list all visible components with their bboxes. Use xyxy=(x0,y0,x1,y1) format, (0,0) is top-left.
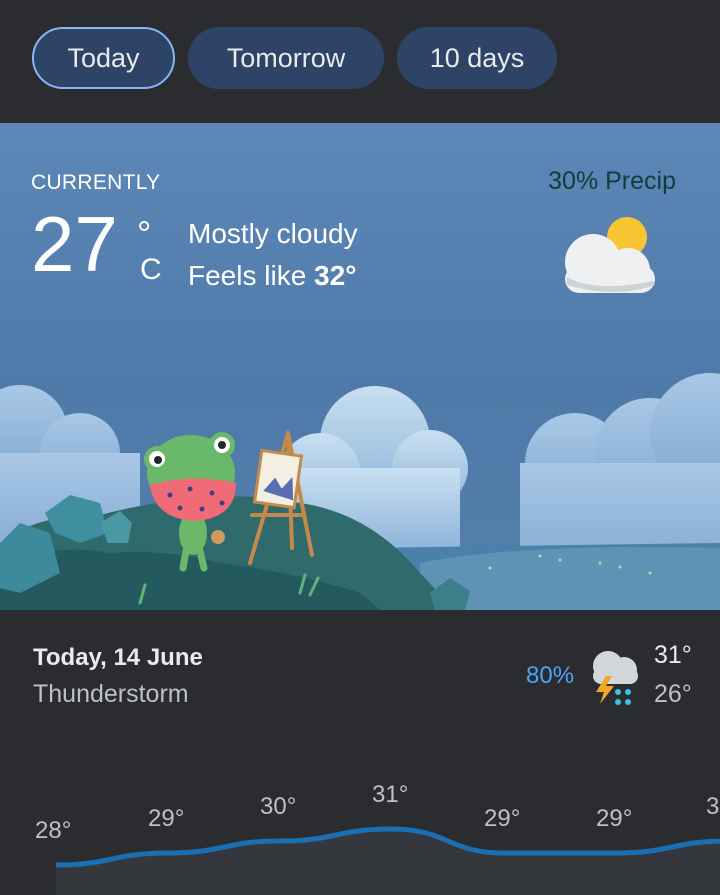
degree-symbol: ° xyxy=(137,213,152,254)
tab-tomorrow[interactable]: Tomorrow xyxy=(188,27,384,89)
hourly-temp-label: 28° xyxy=(35,817,72,844)
today-summary[interactable]: Today, 14 June Thunderstorm 80% 31° 26° … xyxy=(0,610,720,895)
partly-cloudy-icon xyxy=(565,217,655,293)
hourly-temp-label: 29° xyxy=(484,805,521,832)
currently-heading: CURRENTLY xyxy=(31,171,161,194)
hourly-temp-label: 3 xyxy=(706,793,720,820)
frog-painting-illustration xyxy=(0,373,720,610)
hourly-temp-label: 29° xyxy=(596,805,633,832)
hourly-temp-label: 30° xyxy=(260,793,297,820)
forecast-tabs: Today Tomorrow 10 days xyxy=(0,0,720,123)
current-temperature: 27 xyxy=(31,200,118,288)
summary-condition: Thunderstorm xyxy=(33,680,189,708)
temperature-unit[interactable]: C xyxy=(140,253,162,287)
precip-chance: 30% Precip xyxy=(548,167,676,195)
hourly-temp-label: 29° xyxy=(148,805,185,832)
hourly-temp-label: 31° xyxy=(372,781,409,808)
thunderstorm-icon xyxy=(593,651,638,705)
current-conditions-card: CURRENTLY 27 ° C Mostly cloudy Feels lik… xyxy=(0,123,720,610)
hourly-temperature-graph[interactable]: 28° 29° 30° 31° 29° 29° 3 xyxy=(0,770,720,895)
feels-like: Feels like 32° xyxy=(188,260,357,291)
summary-date: Today, 14 June xyxy=(33,644,203,671)
summary-low: 26° xyxy=(654,680,692,708)
hourly-area xyxy=(56,829,720,895)
tab-10-days[interactable]: 10 days xyxy=(397,27,557,89)
tab-today[interactable]: Today xyxy=(32,27,175,89)
summary-high: 31° xyxy=(654,641,692,669)
summary-precip: 80% xyxy=(526,662,575,689)
current-condition: Mostly cloudy xyxy=(188,218,358,249)
